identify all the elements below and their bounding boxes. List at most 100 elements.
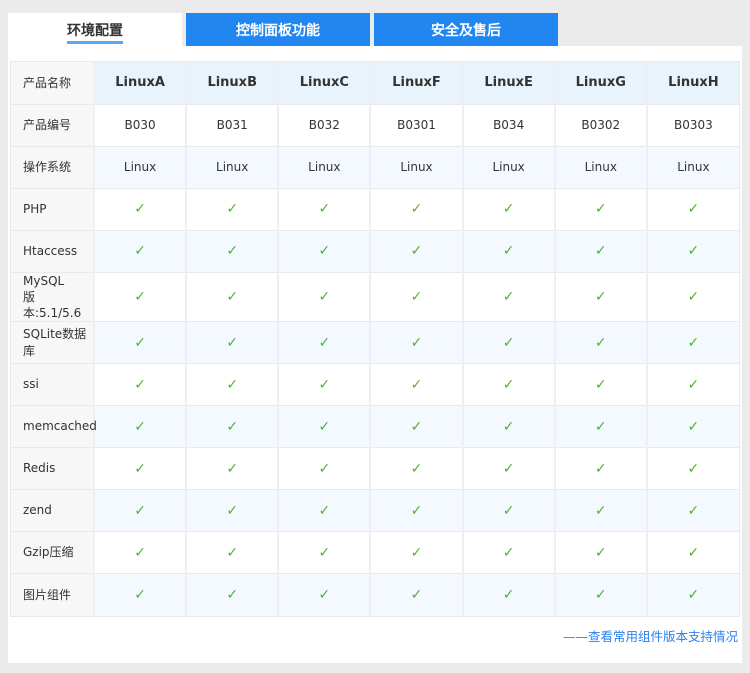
column-header-linuxb: LinuxB xyxy=(186,62,278,104)
check-icon: ✓ xyxy=(134,461,146,477)
table-cell: ✓ xyxy=(555,448,647,490)
check-icon: ✓ xyxy=(503,335,515,351)
table-cell: ✓ xyxy=(370,322,462,364)
table-cell: ✓ xyxy=(463,448,555,490)
table-cell: ✓ xyxy=(278,490,370,532)
table-cell: Linux xyxy=(647,146,739,188)
component-version-support-link[interactable]: ——查看常用组件版本支持情况 xyxy=(563,626,738,645)
check-icon: ✓ xyxy=(134,289,146,305)
row-label: 图片组件 xyxy=(11,574,94,616)
check-icon: ✓ xyxy=(688,243,700,259)
table-row: Gzip压缩✓✓✓✓✓✓✓ xyxy=(11,532,739,574)
row-label: Gzip压缩 xyxy=(11,532,94,574)
check-icon: ✓ xyxy=(411,587,423,603)
check-icon: ✓ xyxy=(318,201,330,217)
check-icon: ✓ xyxy=(688,545,700,561)
check-icon: ✓ xyxy=(503,243,515,259)
check-icon: ✓ xyxy=(503,545,515,561)
check-icon: ✓ xyxy=(411,201,423,217)
table-cell: ✓ xyxy=(647,322,739,364)
check-icon: ✓ xyxy=(318,289,330,305)
table-cell: B031 xyxy=(186,104,278,146)
table-cell: ✓ xyxy=(278,272,370,322)
table-cell: ✓ xyxy=(370,188,462,230)
table-row: 产品编号B030B031B032B0301B034B0302B0303 xyxy=(11,104,739,146)
table-cell: B034 xyxy=(463,104,555,146)
table-cell: ✓ xyxy=(555,188,647,230)
check-icon: ✓ xyxy=(226,587,238,603)
table-cell: Linux xyxy=(370,146,462,188)
table-cell: ✓ xyxy=(647,272,739,322)
table-cell: ✓ xyxy=(94,406,186,448)
table-cell: ✓ xyxy=(463,574,555,616)
table-cell: ✓ xyxy=(94,364,186,406)
table-cell: ✓ xyxy=(370,448,462,490)
table-cell: Linux xyxy=(278,146,370,188)
table-cell: ✓ xyxy=(555,272,647,322)
check-icon: ✓ xyxy=(134,587,146,603)
table-cell: ✓ xyxy=(463,490,555,532)
table-cell: ✓ xyxy=(278,574,370,616)
check-icon: ✓ xyxy=(595,461,607,477)
check-icon: ✓ xyxy=(411,503,423,519)
table-cell: ✓ xyxy=(278,230,370,272)
table-cell: ✓ xyxy=(278,188,370,230)
check-icon: ✓ xyxy=(595,335,607,351)
table-cell: ✓ xyxy=(94,272,186,322)
check-icon: ✓ xyxy=(134,201,146,217)
table-row: 操作系统LinuxLinuxLinuxLinuxLinuxLinuxLinux xyxy=(11,146,739,188)
tab-control-panel-features[interactable]: 控制面板功能 xyxy=(186,13,370,46)
table-row: SQLite数据库✓✓✓✓✓✓✓ xyxy=(11,322,739,364)
table-row: 图片组件✓✓✓✓✓✓✓ xyxy=(11,574,739,616)
table-cell: ✓ xyxy=(370,574,462,616)
table-cell: ✓ xyxy=(370,364,462,406)
check-icon: ✓ xyxy=(318,545,330,561)
check-icon: ✓ xyxy=(595,377,607,393)
active-tab-indicator xyxy=(67,41,123,44)
check-icon: ✓ xyxy=(688,419,700,435)
table-cell: ✓ xyxy=(370,272,462,322)
check-icon: ✓ xyxy=(411,461,423,477)
row-label: 操作系统 xyxy=(11,146,94,188)
table-cell: ✓ xyxy=(463,406,555,448)
table-cell: ✓ xyxy=(370,532,462,574)
table-cell: B0303 xyxy=(647,104,739,146)
check-icon: ✓ xyxy=(318,377,330,393)
check-icon: ✓ xyxy=(318,419,330,435)
check-icon: ✓ xyxy=(226,377,238,393)
table-cell: ✓ xyxy=(370,230,462,272)
table-cell: B030 xyxy=(94,104,186,146)
check-icon: ✓ xyxy=(226,335,238,351)
check-icon: ✓ xyxy=(503,377,515,393)
table-cell: ✓ xyxy=(463,364,555,406)
check-icon: ✓ xyxy=(134,243,146,259)
check-icon: ✓ xyxy=(318,587,330,603)
tab-bar: 环境配置 控制面板功能 安全及售后 xyxy=(8,13,558,46)
table-cell: ✓ xyxy=(647,188,739,230)
table-row: zend✓✓✓✓✓✓✓ xyxy=(11,490,739,532)
table-cell: ✓ xyxy=(186,188,278,230)
check-icon: ✓ xyxy=(226,419,238,435)
table-row: ssi✓✓✓✓✓✓✓ xyxy=(11,364,739,406)
check-icon: ✓ xyxy=(318,243,330,259)
table-row: Htaccess✓✓✓✓✓✓✓ xyxy=(11,230,739,272)
corner-header: 产品名称 xyxy=(11,62,94,104)
table-cell: ✓ xyxy=(278,532,370,574)
tab-security-aftersales[interactable]: 安全及售后 xyxy=(374,13,558,46)
table-cell: Linux xyxy=(463,146,555,188)
check-icon: ✓ xyxy=(503,587,515,603)
comparison-table: 产品名称LinuxALinuxBLinuxCLinuxFLinuxELinuxG… xyxy=(11,62,739,616)
tab-label: 环境配置 xyxy=(67,20,123,40)
row-label: ssi xyxy=(11,364,94,406)
table-cell: ✓ xyxy=(555,406,647,448)
table-cell: ✓ xyxy=(647,406,739,448)
table-header: 产品名称LinuxALinuxBLinuxCLinuxFLinuxELinuxG… xyxy=(11,62,739,104)
tab-environment-config[interactable]: 环境配置 xyxy=(8,13,182,46)
check-icon: ✓ xyxy=(595,419,607,435)
row-label: zend xyxy=(11,490,94,532)
table-cell: ✓ xyxy=(94,532,186,574)
check-icon: ✓ xyxy=(318,461,330,477)
check-icon: ✓ xyxy=(595,289,607,305)
check-icon: ✓ xyxy=(226,201,238,217)
table-cell: ✓ xyxy=(278,364,370,406)
